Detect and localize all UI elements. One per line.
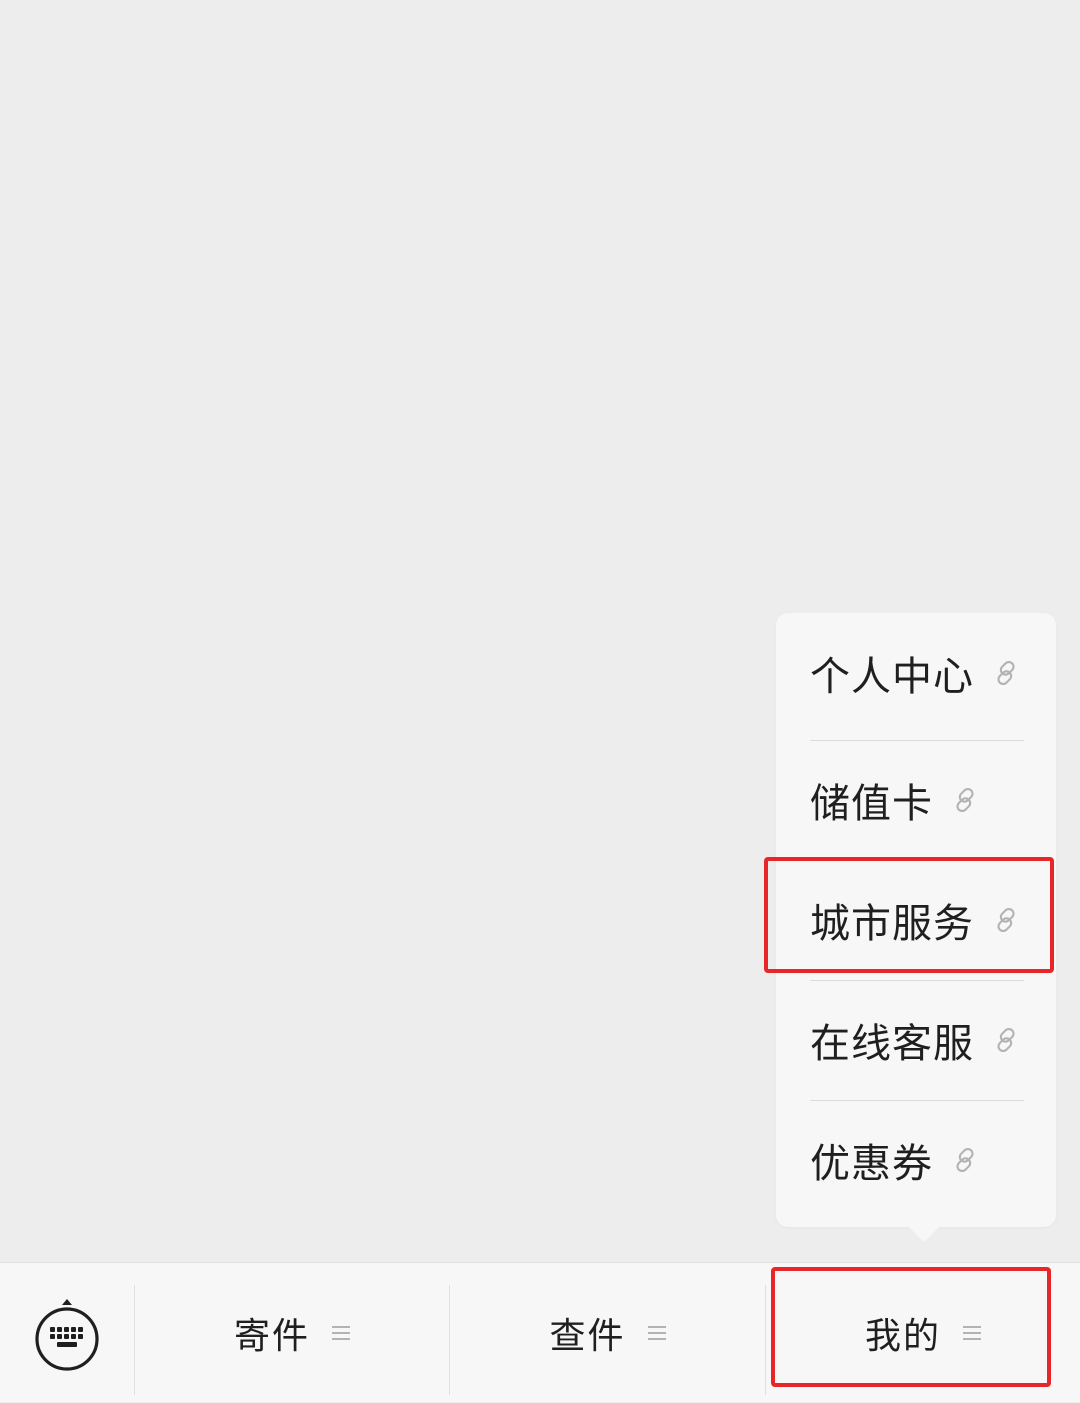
tab-send-package[interactable]: 寄件: [135, 1263, 449, 1403]
submenu-item-personal-center[interactable]: 个人中心: [776, 613, 1056, 733]
link-icon: [997, 1027, 1015, 1053]
submenu-item-label: 城市服务: [810, 901, 974, 947]
menu-lines-icon: [963, 1326, 981, 1340]
submenu-item-label: 个人中心: [810, 654, 974, 700]
tab-label: 查件: [549, 1316, 626, 1357]
tab-track-package[interactable]: 查件: [450, 1263, 765, 1403]
link-icon: [997, 907, 1015, 933]
link-icon: [997, 660, 1015, 686]
mine-submenu: 个人中心 储值卡 城市服务 在线客服 优惠券: [776, 613, 1056, 1227]
keyboard-icon: [35, 1299, 99, 1371]
submenu-item-city-service[interactable]: 城市服务: [776, 860, 1056, 980]
tab-label: 寄件: [233, 1316, 310, 1357]
submenu-item-label: 优惠券: [810, 1141, 933, 1187]
chat-screen: 个人中心 储值卡 城市服务 在线客服 优惠券 寄件 查件 我的: [0, 0, 1080, 1402]
submenu-item-label: 储值卡: [810, 781, 933, 827]
menu-lines-icon: [647, 1326, 666, 1340]
submenu-item-coupons[interactable]: 优惠券: [776, 1100, 1056, 1220]
submenu-item-stored-value-card[interactable]: 储值卡: [776, 740, 1056, 860]
link-icon: [956, 787, 974, 813]
bottom-menu-bar: 寄件 查件 我的: [0, 1262, 1080, 1402]
submenu-pointer-arrow: [908, 1226, 940, 1242]
submenu-item-online-support[interactable]: 在线客服: [776, 980, 1056, 1100]
menu-lines-icon: [332, 1326, 350, 1340]
submenu-item-label: 在线客服: [810, 1021, 974, 1067]
tab-label: 我的: [864, 1316, 941, 1357]
keyboard-toggle-button[interactable]: [0, 1263, 134, 1403]
tab-mine[interactable]: 我的: [766, 1263, 1080, 1403]
link-icon: [956, 1147, 974, 1173]
